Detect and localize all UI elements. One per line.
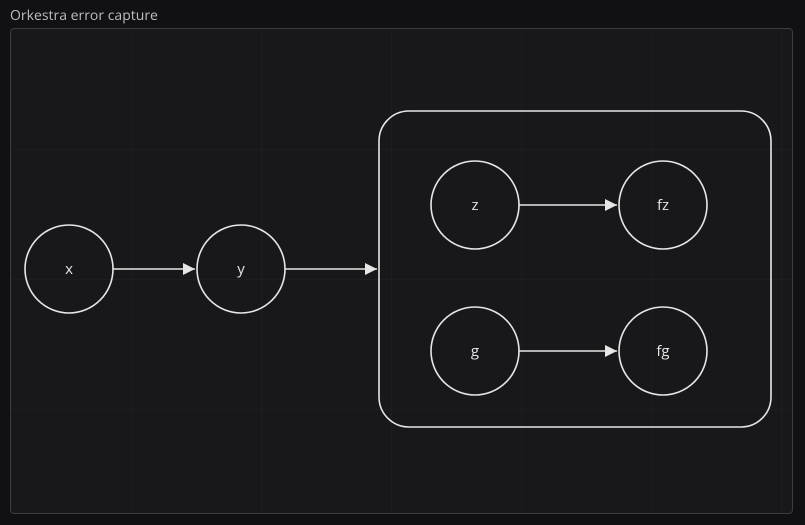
node-label-y: y bbox=[237, 259, 245, 279]
node-label-fz: fz bbox=[657, 195, 669, 215]
node-y: y bbox=[197, 225, 285, 313]
diagram-canvas: x y z fz g fg bbox=[10, 28, 793, 514]
node-label-z: z bbox=[471, 195, 478, 215]
node-z: z bbox=[431, 161, 519, 249]
node-fg: fg bbox=[619, 307, 707, 395]
node-g: g bbox=[431, 307, 519, 395]
node-label-g: g bbox=[471, 341, 479, 361]
node-x: x bbox=[25, 225, 113, 313]
node-fz: fz bbox=[619, 161, 707, 249]
node-label-fg: fg bbox=[656, 341, 669, 361]
diagram-svg: x y z fz g fg bbox=[11, 29, 792, 513]
panel-title: Orkestra error capture bbox=[10, 6, 158, 25]
branch-group bbox=[379, 111, 771, 427]
node-label-x: x bbox=[65, 259, 73, 279]
